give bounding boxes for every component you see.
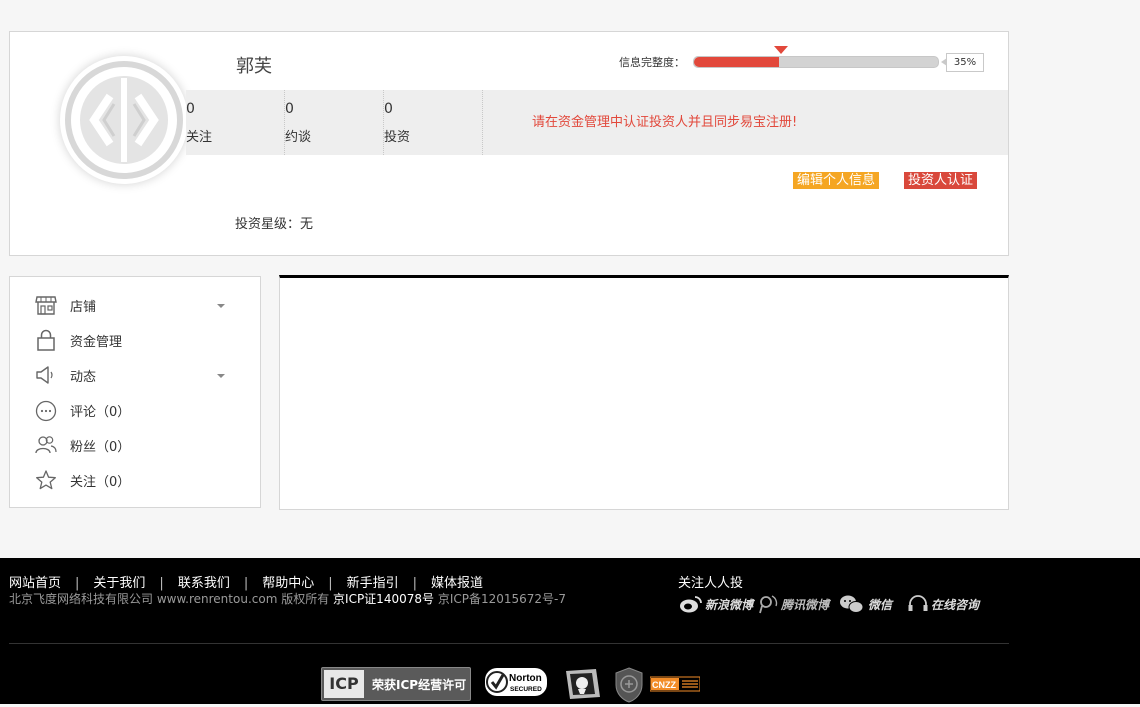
social-online-consult[interactable]: 在线咨询 [907, 594, 983, 614]
footer-link-guide[interactable]: 新手指引 [347, 576, 399, 591]
profile-card: 郭芙 信息完整度： 35% 0 关注 0 约谈 0 投资 请在资金管理中认证投资… [9, 31, 1009, 256]
wechat-icon [840, 595, 864, 613]
content-panel [279, 275, 1009, 510]
menu-item-following[interactable]: 关注（0） [34, 466, 254, 494]
stat-investment[interactable]: 0 投资 [384, 90, 483, 155]
chevron-down-icon[interactable] [217, 374, 225, 378]
menu-item-comments[interactable]: 评论（0） [34, 396, 254, 424]
follow-title: 关注人人投 [678, 576, 744, 591]
menu-item-store[interactable]: 店铺 [34, 291, 254, 319]
stat-follow[interactable]: 0 关注 [186, 90, 285, 155]
cnzz-stats-badge[interactable]: CNZZ [649, 675, 701, 693]
icp-record[interactable]: 京ICP备12015672号-7 [438, 592, 566, 606]
copyright-text: 北京飞度网络科技有限公司 www.renrentou.com 版权所有 [9, 592, 330, 606]
footer-separator: | [328, 576, 333, 591]
footer-link-media[interactable]: 媒体报道 [431, 576, 483, 591]
store-icon [35, 296, 57, 315]
menu-item-fans[interactable]: 粉丝（0） [34, 431, 254, 459]
menu-item-activity[interactable]: 动态 [34, 361, 254, 389]
user-name: 郭芙 [236, 56, 272, 77]
social-wechat[interactable]: 微信 [839, 594, 897, 614]
shield-icon [615, 667, 643, 703]
social-weibo[interactable]: 新浪微博 [679, 594, 755, 614]
stat-value: 0 [384, 101, 393, 117]
footer-separator: | [243, 576, 249, 591]
social-label: 微信 [868, 598, 893, 612]
investor-verify-button[interactable]: 投资人认证 [904, 172, 978, 189]
chevron-down-icon[interactable] [217, 304, 225, 308]
icp-badge-short: ICP [324, 670, 364, 698]
side-menu: 店铺 资金管理 动态 评论（0） 粉丝（0） 关注（0） [9, 276, 261, 508]
social-tencent-weibo[interactable]: 腾讯微博 [757, 594, 831, 614]
fans-icon [35, 436, 57, 454]
cnzz-text: CNZZ [652, 680, 676, 690]
stats-bar: 0 关注 0 约谈 0 投资 请在资金管理中认证投资人并且同步易宝注册! [186, 90, 1008, 155]
norton-text: Norton [509, 673, 542, 684]
social-label: 在线咨询 [931, 598, 980, 612]
footer-separator: | [159, 576, 164, 591]
stat-label: 约谈 [285, 130, 312, 145]
menu-item-fund-management[interactable]: 资金管理 [34, 326, 254, 354]
social-label: 腾讯微博 [781, 598, 830, 612]
stat-value: 0 [186, 101, 195, 117]
norton-secured-logo-icon: Norton SECURED [485, 668, 547, 696]
cnzz-logo-icon: CNZZ [649, 676, 701, 692]
norton-secured-badge[interactable]: Norton SECURED [484, 667, 548, 701]
stat-label: 投资 [384, 130, 411, 145]
progress-marker-icon [774, 46, 788, 54]
footer: 网站首页 | 关于我们 | 联系我们 | 帮助中心 | 新手指引 | 媒体报道 北京飞度网络科技有限… [0, 558, 1140, 704]
avatar[interactable] [60, 56, 188, 184]
business-license-icon [566, 669, 600, 699]
edit-profile-button[interactable]: 编辑个人信息 [793, 172, 880, 189]
stat-value: 0 [285, 101, 294, 117]
menu-item-label: 粉丝（0） [70, 440, 131, 455]
business-license-badge[interactable] [562, 667, 604, 701]
icp-license[interactable]: 京ICP证140078号 [333, 592, 434, 606]
sina-weibo-icon [680, 596, 702, 613]
headset-icon [908, 595, 928, 611]
default-avatar-logo-icon [65, 61, 183, 179]
stat-meeting[interactable]: 0 约谈 [285, 90, 384, 155]
icp-license-badge[interactable]: ICP 荣获ICP经营许可 [321, 667, 471, 701]
social-label: 新浪微博 [705, 598, 754, 612]
footer-link-home[interactable]: 网站首页 [9, 576, 61, 591]
security-shield-badge[interactable] [614, 667, 644, 703]
footer-link-about[interactable]: 关于我们 [93, 576, 145, 591]
investment-star-level: 投资星级：无 [235, 217, 314, 232]
star-icon [36, 470, 56, 490]
progress-percent: 35% [941, 53, 984, 72]
stat-label: 关注 [186, 130, 213, 145]
lock-icon [37, 329, 55, 351]
footer-separator: | [412, 576, 418, 591]
footer-link-help[interactable]: 帮助中心 [262, 576, 314, 591]
icp-badge-text: 荣获ICP经营许可 [372, 678, 467, 692]
menu-item-label: 评论（0） [70, 405, 131, 420]
menu-item-label: 店铺 [70, 300, 97, 315]
footer-divider [9, 643, 1009, 644]
progress-label: 信息完整度： [619, 56, 685, 69]
completeness-progress-bar [693, 56, 939, 68]
menu-item-label: 关注（0） [70, 475, 131, 490]
footer-link-contact[interactable]: 联系我们 [178, 576, 230, 591]
verification-notice[interactable]: 请在资金管理中认证投资人并且同步易宝注册! [532, 111, 797, 130]
norton-sub-text: SECURED [510, 686, 542, 693]
copyright-line: 北京飞度网络科技有限公司 www.renrentou.com 版权所有 京ICP… [9, 590, 566, 607]
progress-fill [694, 57, 780, 67]
speaker-icon [36, 366, 53, 384]
menu-item-label: 资金管理 [70, 335, 123, 350]
comment-icon [35, 400, 57, 422]
menu-item-label: 动态 [70, 370, 97, 385]
tencent-weibo-icon [759, 595, 778, 614]
footer-nav: 网站首页 | 关于我们 | 联系我们 | 帮助中心 | 新手指引 | 媒体报道 [9, 572, 483, 591]
footer-separator: | [75, 576, 80, 591]
